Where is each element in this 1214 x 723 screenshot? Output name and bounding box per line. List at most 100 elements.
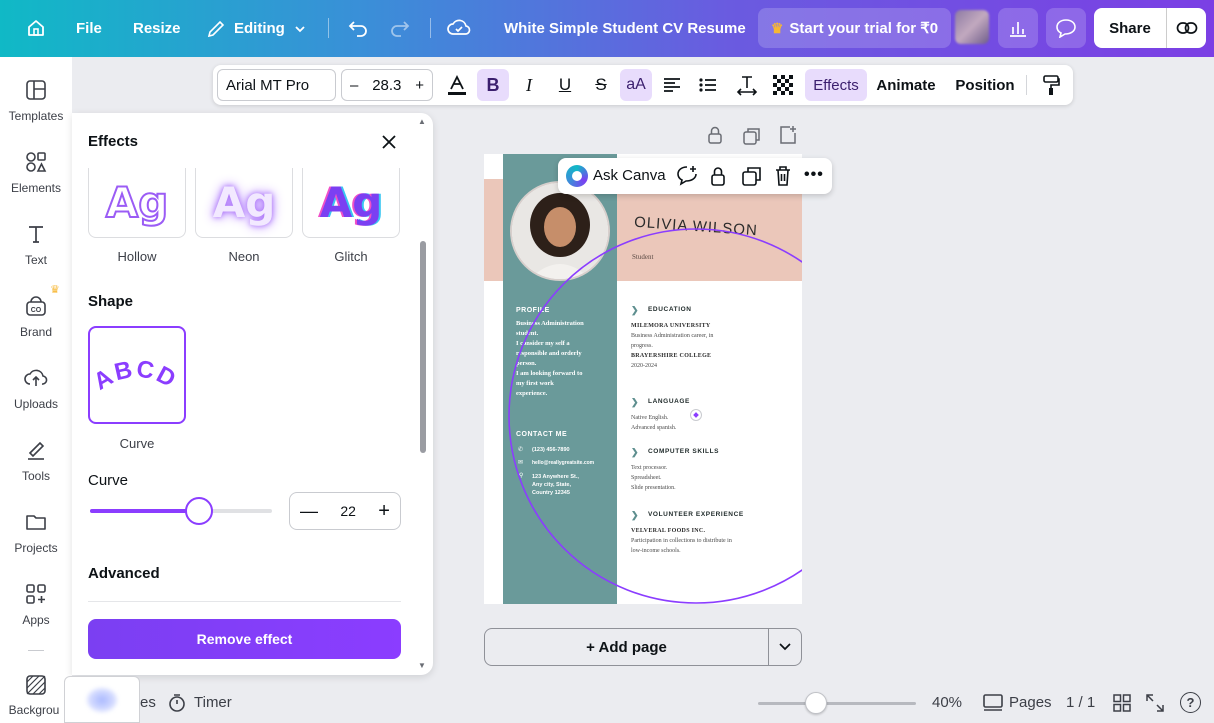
more-options-icon[interactable]: ••• xyxy=(804,166,824,184)
pages-icon xyxy=(983,694,1003,717)
add-page-icon[interactable] xyxy=(778,125,798,150)
link-icon[interactable] xyxy=(1166,8,1206,48)
sidebar-item-brand[interactable]: ♛ CO Brand xyxy=(0,283,72,351)
zoom-slider-handle[interactable] xyxy=(805,692,828,714)
font-size-stepper[interactable]: – 28.3 + xyxy=(341,69,433,101)
design-page[interactable]: OLIVIA WILSON Student PROFILE Business A… xyxy=(484,154,802,604)
start-trial-button[interactable]: ♛ Start your trial for ₹0 xyxy=(758,8,951,48)
minus-icon[interactable]: — xyxy=(300,501,318,522)
home-icon[interactable] xyxy=(19,11,53,45)
align-left-icon[interactable] xyxy=(656,69,688,101)
document-title[interactable]: White Simple Student CV Resume xyxy=(504,0,746,57)
divider xyxy=(430,18,431,38)
fullscreen-icon[interactable] xyxy=(1146,694,1164,717)
undo-icon[interactable] xyxy=(341,11,375,45)
text-color-icon[interactable] xyxy=(441,69,473,101)
chevron-down-icon xyxy=(295,25,305,32)
effect-hollow[interactable]: Ag xyxy=(88,168,186,238)
sidebar-item-label: Brand xyxy=(19,325,53,339)
sidebar-item-apps[interactable]: Apps xyxy=(0,571,72,639)
divider xyxy=(28,650,44,651)
shape-curve-option[interactable]: ABCD xyxy=(88,326,186,424)
pencil-icon xyxy=(207,20,225,37)
resize-button[interactable]: Resize xyxy=(133,0,181,57)
editing-mode-button[interactable]: Editing xyxy=(206,0,307,57)
sidebar-item-label: Backgrou xyxy=(8,703,60,717)
duplicate-icon[interactable] xyxy=(741,165,763,192)
sidebar-item-text[interactable]: Text xyxy=(0,211,72,279)
crown-icon: ♛ xyxy=(50,284,60,296)
divider xyxy=(328,18,329,38)
effect-label: Hollow xyxy=(117,249,157,264)
effect-label: Neon xyxy=(228,249,260,264)
lock-icon[interactable] xyxy=(709,165,727,192)
animate-button[interactable]: Animate xyxy=(874,69,938,101)
curve-value-input[interactable]: 22 xyxy=(340,503,356,519)
sidebar-item-background[interactable]: Backgrou xyxy=(0,663,72,723)
effects-button[interactable]: Effects xyxy=(805,69,867,101)
notes-button[interactable]: es xyxy=(140,694,156,711)
ask-canva-button[interactable]: Ask Canva xyxy=(593,167,666,184)
grid-view-icon[interactable] xyxy=(1113,694,1131,717)
duplicate-page-icon[interactable] xyxy=(742,126,762,151)
apps-icon xyxy=(26,584,46,604)
help-icon[interactable]: ? xyxy=(1180,692,1201,713)
copy-style-icon[interactable] xyxy=(1035,69,1067,101)
font-size-value[interactable]: 28.3 xyxy=(372,77,401,94)
sidebar-item-templates[interactable]: Templates xyxy=(0,67,72,135)
effect-neon[interactable]: Ag xyxy=(195,168,293,238)
add-comment-icon[interactable] xyxy=(676,165,698,192)
spacing-icon[interactable] xyxy=(731,69,763,101)
plus-icon[interactable]: + xyxy=(415,77,424,94)
panel-scrollbar[interactable] xyxy=(420,241,426,453)
add-page-button[interactable]: + Add page xyxy=(484,628,769,666)
sidebar-item-tools[interactable]: Tools xyxy=(0,427,72,495)
cloud-saved-icon[interactable] xyxy=(442,11,476,45)
close-icon[interactable] xyxy=(376,129,402,155)
pages-button[interactable]: Pages xyxy=(1009,694,1052,711)
sidebar-item-uploads[interactable]: Uploads xyxy=(0,355,72,423)
position-button[interactable]: Position xyxy=(953,69,1017,101)
letter-case-icon[interactable]: aA xyxy=(620,69,652,101)
font-family-select[interactable]: Arial MT Pro xyxy=(217,69,336,101)
redo-icon[interactable] xyxy=(383,11,417,45)
sidebar-item-label: Uploads xyxy=(13,397,59,411)
underline-icon[interactable]: U xyxy=(549,69,581,101)
curved-text-bounding-circle[interactable] xyxy=(484,154,802,604)
uploads-icon xyxy=(24,369,48,386)
rotate-handle[interactable] xyxy=(690,409,702,421)
page-thumbnail[interactable] xyxy=(64,676,140,723)
sidebar-item-elements[interactable]: Elements xyxy=(0,139,72,207)
curve-slider-handle[interactable] xyxy=(185,497,214,525)
italic-icon[interactable]: I xyxy=(513,69,545,101)
curve-sample-text: ABCD xyxy=(92,355,180,395)
templates-icon xyxy=(26,80,46,100)
share-button[interactable]: Share xyxy=(1094,8,1166,48)
remove-effect-button[interactable]: Remove effect xyxy=(88,619,401,659)
timer-button[interactable]: Timer xyxy=(194,694,232,711)
trash-icon[interactable] xyxy=(774,165,792,192)
bold-icon[interactable]: B xyxy=(477,69,509,101)
minus-icon[interactable]: – xyxy=(350,77,358,94)
analytics-icon[interactable] xyxy=(998,8,1038,48)
effect-glitch[interactable]: Ag xyxy=(302,168,400,238)
file-menu[interactable]: File xyxy=(76,0,102,57)
curve-label: Curve xyxy=(88,472,129,489)
list-icon[interactable] xyxy=(692,69,724,101)
curve-slider-track[interactable] xyxy=(90,509,272,513)
scroll-up-icon[interactable]: ▲ xyxy=(418,117,426,126)
chevron-down-icon[interactable] xyxy=(768,628,802,666)
zoom-level[interactable]: 40% xyxy=(932,694,962,711)
transparency-icon[interactable] xyxy=(767,69,799,101)
scroll-down-icon[interactable]: ▼ xyxy=(418,661,426,670)
avatar[interactable] xyxy=(955,10,989,44)
lock-icon[interactable] xyxy=(706,125,724,150)
divider xyxy=(1026,75,1027,95)
plus-icon[interactable]: + xyxy=(378,500,390,523)
text-icon xyxy=(29,226,43,243)
strikethrough-icon[interactable]: S xyxy=(585,69,617,101)
page-counter: 1 / 1 xyxy=(1066,694,1096,711)
zoom-slider-track[interactable] xyxy=(758,702,916,705)
sidebar-item-projects[interactable]: Projects xyxy=(0,499,72,567)
comment-icon[interactable] xyxy=(1046,8,1086,48)
